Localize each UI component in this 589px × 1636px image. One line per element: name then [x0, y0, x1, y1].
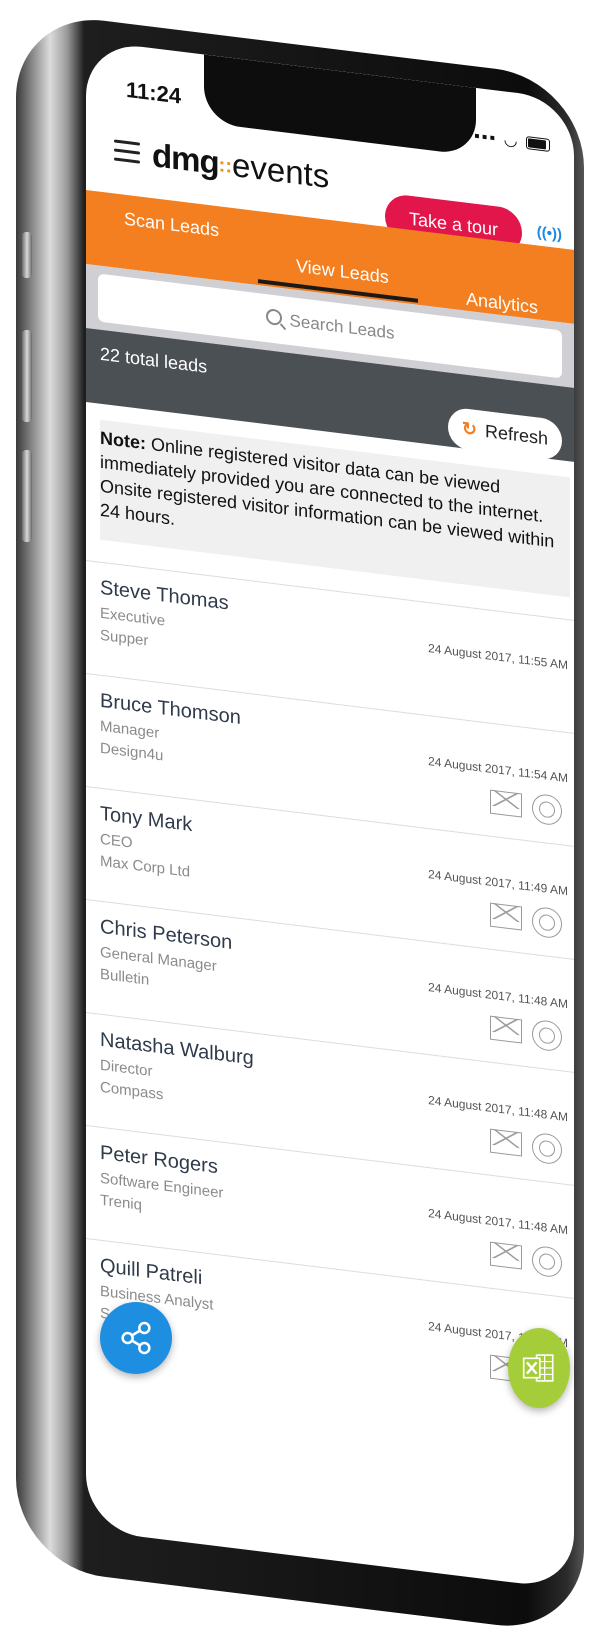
lead-list: Steve Thomas Executive Supper 24 August … — [86, 560, 574, 1411]
refresh-icon: ↻ — [461, 418, 477, 441]
lead-company: Compass — [100, 1078, 164, 1104]
eye-icon[interactable] — [532, 792, 562, 827]
lead-company: Max Corp Ltd — [100, 852, 191, 881]
lead-job-title: Manager — [100, 717, 160, 742]
lead-job-title: CEO — [100, 830, 133, 852]
hamburger-menu-icon[interactable] — [114, 139, 140, 164]
mute-switch — [22, 232, 32, 278]
lead-company: Design4u — [100, 739, 164, 765]
tab-view-leads[interactable]: View Leads — [296, 256, 389, 288]
lead-company: Treniq — [100, 1191, 142, 1214]
lead-date: 24 August 2017, 11:49 AM — [428, 867, 568, 899]
total-leads-count: 22 total leads — [100, 343, 208, 377]
dmg-events-logo: dmg::events — [152, 136, 330, 195]
mail-icon[interactable] — [490, 902, 522, 931]
status-time: 11:24 — [126, 76, 182, 109]
search-icon — [265, 308, 282, 327]
lead-date: 24 August 2017, 11:54 AM — [428, 754, 568, 786]
beacon-icon[interactable]: ((•)) — [537, 223, 562, 243]
export-excel-button[interactable] — [508, 1328, 570, 1408]
search-placeholder: Search Leads — [289, 310, 395, 343]
eye-icon[interactable] — [532, 1131, 562, 1166]
eye-icon[interactable] — [532, 1244, 562, 1279]
mail-icon[interactable] — [490, 1015, 522, 1044]
eye-icon[interactable] — [532, 905, 562, 940]
volume-down-button — [22, 450, 32, 542]
tab-scan-leads[interactable]: Scan Leads — [124, 209, 219, 242]
volume-up-button — [22, 330, 32, 422]
mail-icon[interactable] — [490, 1128, 522, 1157]
lead-job-title: Director — [100, 1056, 153, 1081]
lead-company: Bulletin — [100, 965, 150, 989]
mail-icon[interactable] — [490, 1241, 522, 1270]
lead-date: 24 August 2017, 11:48 AM — [428, 1206, 568, 1238]
wifi-icon: ◡ — [503, 131, 520, 151]
lead-company: Supper — [100, 626, 149, 650]
excel-icon — [522, 1354, 554, 1382]
share-icon — [121, 1321, 151, 1355]
refresh-button[interactable]: ↻ Refresh — [447, 406, 562, 462]
status-icons: ▪▪▪ ◡ — [474, 126, 550, 155]
mail-icon[interactable] — [490, 789, 522, 818]
lead-date: 24 August 2017, 11:55 AM — [428, 641, 568, 673]
lead-date: 24 August 2017, 11:48 AM — [428, 980, 568, 1012]
battery-icon — [526, 136, 550, 153]
share-button[interactable] — [100, 1302, 172, 1374]
signal-icon: ▪▪▪ — [474, 127, 498, 148]
lead-job-title: Executive — [100, 604, 166, 630]
lead-date: 24 August 2017, 11:48 AM — [428, 1093, 568, 1125]
eye-icon[interactable] — [532, 1018, 562, 1053]
